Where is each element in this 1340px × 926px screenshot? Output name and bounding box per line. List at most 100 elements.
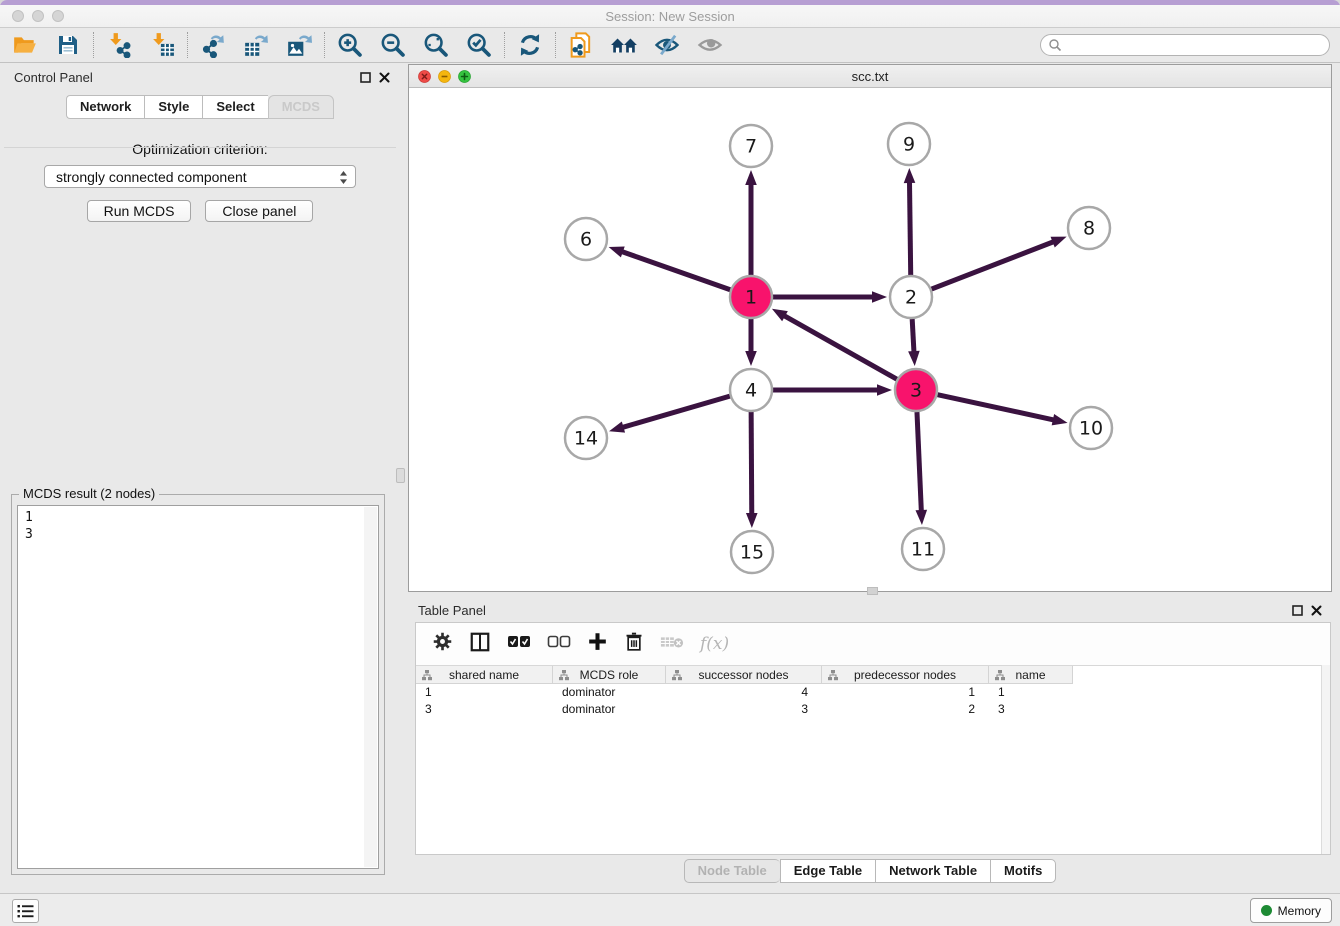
edge-arrowhead — [1052, 414, 1068, 425]
export-network-icon[interactable] — [199, 31, 227, 59]
table-row[interactable]: 3dominator323 — [416, 701, 1330, 718]
node-label-15: 15 — [740, 542, 764, 564]
network-graph: 7968124314101511 — [409, 88, 1331, 591]
function-builder-icon: f(x) — [700, 634, 729, 654]
mcds-result-textarea[interactable]: 13 — [17, 505, 379, 869]
table-scrollbar[interactable] — [1321, 665, 1330, 854]
table-options-gear-icon[interactable] — [432, 631, 453, 657]
column-header-label: predecessor nodes — [854, 668, 956, 682]
toggle-graphics-details-icon[interactable] — [653, 31, 681, 59]
tab-select[interactable]: Select — [202, 95, 267, 119]
edge-4-14[interactable] — [622, 396, 730, 428]
column-header-predecessor-nodes[interactable]: predecessor nodes — [822, 666, 989, 684]
tab-underline — [4, 147, 396, 148]
clone-network-icon[interactable] — [567, 31, 595, 59]
column-header-MCDS-role[interactable]: MCDS role — [553, 666, 666, 684]
node-label-11: 11 — [911, 539, 935, 561]
column-header-label: name — [1015, 668, 1045, 682]
node-label-14: 14 — [574, 428, 598, 450]
column-header-shared-name[interactable]: shared name — [416, 666, 553, 684]
column-header-name[interactable]: name — [989, 666, 1073, 684]
select-all-rows-icon[interactable] — [507, 635, 531, 654]
fit-content-icon[interactable] — [422, 31, 450, 59]
tab-network-table[interactable]: Network Table — [875, 859, 990, 883]
column-type-icon — [559, 670, 569, 681]
mcds-result-line: 3 — [25, 526, 378, 543]
column-type-icon — [672, 670, 682, 681]
edge-1-6[interactable] — [621, 251, 730, 289]
import-table-icon[interactable] — [148, 31, 176, 59]
network-window-titlebar[interactable]: scc.txt — [409, 65, 1331, 88]
export-image-icon[interactable] — [285, 31, 313, 59]
table-cell: 1 — [989, 684, 1073, 701]
column-header-label: successor nodes — [698, 668, 788, 682]
zoom-selected-icon[interactable] — [465, 31, 493, 59]
tab-mcds[interactable]: MCDS — [268, 95, 334, 119]
split-divider-grip[interactable] — [396, 468, 405, 483]
mcds-result-groupbox: MCDS result (2 nodes) 13 — [11, 494, 385, 875]
run-mcds-button[interactable]: Run MCDS — [87, 200, 192, 222]
zoom-in-icon[interactable] — [336, 31, 364, 59]
criterion-value: strongly connected component — [56, 169, 247, 185]
node-label-3: 3 — [910, 380, 922, 402]
float-panel-icon[interactable] — [360, 70, 371, 88]
control-panel-title: Control Panel — [14, 70, 93, 85]
show-graphics-details-icon[interactable] — [696, 31, 724, 59]
import-network-icon[interactable] — [105, 31, 133, 59]
column-selector-icon[interactable] — [469, 631, 491, 658]
edge-2-9[interactable] — [909, 181, 910, 275]
network-canvas[interactable]: 7968124314101511 — [409, 88, 1331, 591]
node-label-1: 1 — [745, 287, 757, 309]
node-label-7: 7 — [745, 136, 757, 158]
tab-motifs[interactable]: Motifs — [990, 859, 1056, 883]
float-table-panel-icon[interactable] — [1292, 603, 1303, 621]
edge-3-10[interactable] — [937, 395, 1054, 420]
search-input[interactable] — [1040, 34, 1330, 56]
table-row[interactable]: 1dominator411 — [416, 684, 1330, 701]
open-session-icon[interactable] — [11, 31, 39, 59]
edge-4-15[interactable] — [751, 412, 752, 515]
add-column-icon[interactable] — [587, 631, 608, 657]
column-header-label: shared name — [449, 668, 519, 682]
node-table-area: f(x) shared name MCDS role successor nodes… — [415, 622, 1331, 855]
network-view-window: scc.txt 7968124314101511 — [408, 64, 1332, 592]
edge-arrowhead — [872, 291, 887, 303]
node-label-2: 2 — [905, 287, 917, 309]
table-cell: 3 — [666, 701, 822, 718]
task-history-button[interactable] — [12, 899, 39, 923]
tab-node-table[interactable]: Node Table — [684, 859, 780, 883]
tab-style[interactable]: Style — [144, 95, 202, 119]
node-label-4: 4 — [745, 380, 757, 402]
node-label-8: 8 — [1083, 218, 1095, 240]
close-panel-icon[interactable] — [379, 70, 390, 88]
unselect-all-rows-icon[interactable] — [547, 635, 571, 654]
memory-button[interactable]: Memory — [1250, 898, 1332, 923]
network-resize-grip[interactable] — [867, 587, 878, 595]
save-session-icon[interactable] — [54, 31, 82, 59]
close-panel-button[interactable]: Close panel — [205, 200, 313, 222]
close-table-panel-icon[interactable] — [1311, 603, 1322, 621]
node-label-6: 6 — [580, 229, 592, 251]
edge-arrowhead — [904, 168, 916, 183]
mcds-result-title: MCDS result (2 nodes) — [19, 486, 159, 501]
zoom-out-icon[interactable] — [379, 31, 407, 59]
criterion-dropdown[interactable]: strongly connected component — [44, 165, 356, 188]
first-neighbors-icon[interactable] — [610, 31, 638, 59]
node-label-9: 9 — [903, 134, 915, 156]
refresh-icon[interactable] — [516, 31, 544, 59]
edge-3-1[interactable] — [783, 315, 897, 379]
export-table-icon[interactable] — [242, 31, 270, 59]
edge-2-3[interactable] — [912, 319, 914, 353]
table-header-row: shared name MCDS role successor nodes prede… — [416, 665, 1330, 684]
tab-network[interactable]: Network — [66, 95, 144, 119]
edge-2-8[interactable] — [932, 241, 1055, 289]
delete-column-icon[interactable] — [624, 631, 644, 657]
tab-edge-table[interactable]: Edge Table — [780, 859, 875, 883]
edge-3-11[interactable] — [917, 412, 921, 512]
table-cell: 2 — [822, 701, 989, 718]
mcds-result-scrollbar[interactable] — [364, 507, 377, 867]
network-window-title: scc.txt — [409, 69, 1331, 84]
column-header-successor-nodes[interactable]: successor nodes — [666, 666, 822, 684]
main-toolbar — [0, 28, 1340, 63]
table-panel: Table Panel f(x) shared nameMCDS rolesuc… — [408, 596, 1332, 890]
